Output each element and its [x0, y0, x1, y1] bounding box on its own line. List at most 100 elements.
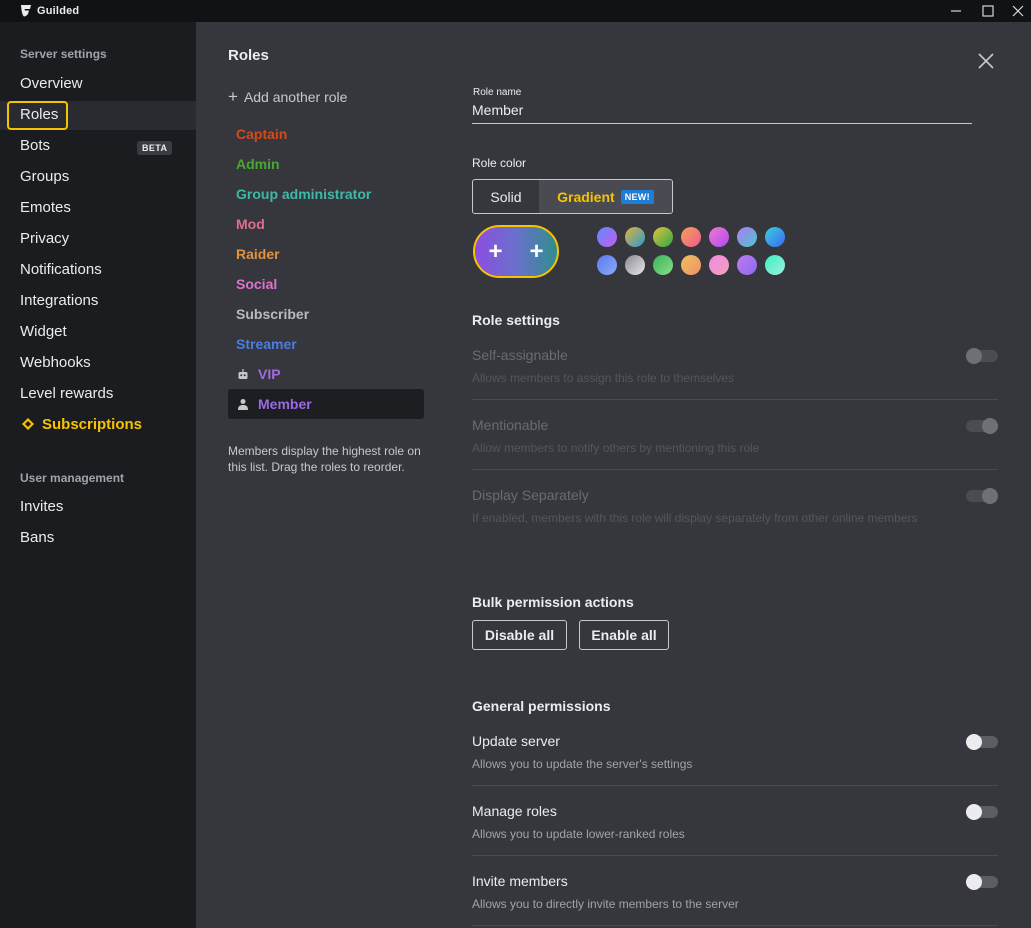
sidebar-item-notifications[interactable]: Notifications: [20, 257, 102, 283]
setting-desc: If enabled, members with this role will …: [472, 511, 918, 525]
sidebar-item-integrations[interactable]: Integrations: [20, 288, 98, 314]
role-item[interactable]: Streamer: [228, 329, 424, 359]
display-separately-toggle[interactable]: [966, 488, 998, 504]
gradient-swatch[interactable]: [709, 255, 729, 275]
role-label: Admin: [236, 156, 280, 172]
permission-desc: Allows you to update lower-ranked roles: [472, 827, 685, 841]
close-settings-icon[interactable]: [977, 52, 995, 70]
role-label: VIP: [258, 366, 281, 382]
app-name: Guilded: [37, 4, 80, 17]
gradient-picker[interactable]: + +: [473, 225, 559, 278]
role-item[interactable]: Raider: [228, 239, 424, 269]
role-label: Mod: [236, 216, 265, 232]
role-label: Raider: [236, 246, 280, 262]
new-badge: NEW!: [620, 189, 654, 204]
general-permissions-title: General permissions: [472, 698, 611, 714]
role-item[interactable]: Subscriber: [228, 299, 424, 329]
gradient-swatch[interactable]: [681, 227, 701, 247]
sidebar-item-widget[interactable]: Widget: [20, 319, 67, 345]
gradient-end-add-button[interactable]: +: [529, 239, 543, 264]
role-item[interactable]: Social: [228, 269, 424, 299]
divider: [472, 399, 998, 400]
divider: [472, 855, 998, 856]
gradient-swatch[interactable]: [625, 227, 645, 247]
maximize-icon: [982, 5, 994, 17]
roles-settings-panel: Roles + Add another role Captain Admin Gro…: [196, 22, 1031, 928]
robot-icon: [236, 367, 250, 381]
person-icon: [236, 397, 250, 411]
sidebar-item-overview[interactable]: Overview: [20, 71, 83, 97]
gradient-swatch[interactable]: [597, 255, 617, 275]
role-label: Social: [236, 276, 278, 292]
setting-title: Self-assignable: [472, 347, 568, 363]
role-name-label: Role name: [473, 87, 522, 98]
permission-title: Manage roles: [472, 803, 557, 819]
gradient-tab[interactable]: Gradient NEW!: [539, 180, 672, 213]
sidebar-item-emotes[interactable]: Emotes: [20, 195, 71, 221]
gradient-swatch[interactable]: [737, 227, 757, 247]
permission-title: Invite members: [472, 873, 568, 889]
gradient-swatch[interactable]: [653, 255, 673, 275]
role-item[interactable]: Member: [228, 389, 424, 419]
user-management-heading: User management: [20, 471, 125, 485]
invite-members-toggle[interactable]: [966, 874, 998, 890]
gradient-swatch[interactable]: [597, 227, 617, 247]
gradient-swatch[interactable]: [709, 227, 729, 247]
self-assignable-toggle[interactable]: [966, 348, 998, 364]
role-name-input[interactable]: Member: [472, 102, 523, 118]
gradient-swatch[interactable]: [737, 255, 757, 275]
divider: [472, 785, 998, 786]
disable-all-button[interactable]: Disable all: [472, 620, 567, 650]
role-label: Streamer: [236, 336, 297, 352]
gradient-swatch[interactable]: [653, 227, 673, 247]
guilded-logo-icon: [21, 5, 31, 17]
permission-title: Update server: [472, 733, 560, 749]
sidebar-item-bots[interactable]: Bots: [20, 133, 50, 159]
minimize-icon: [951, 10, 961, 12]
gradient-start-add-button[interactable]: +: [488, 239, 502, 264]
sidebar-item-groups[interactable]: Groups: [20, 164, 69, 190]
window-close-button[interactable]: [1003, 0, 1031, 22]
role-label: Group administrator: [236, 186, 372, 202]
server-settings-heading: Server settings: [20, 47, 107, 61]
setting-desc: Allows members to assign this role to th…: [472, 371, 735, 385]
maximize-button[interactable]: [973, 0, 1003, 22]
sidebar-item-privacy[interactable]: Privacy: [20, 226, 69, 252]
gradient-swatch[interactable]: [681, 255, 701, 275]
role-label: Member: [258, 396, 312, 412]
manage-roles-toggle[interactable]: [966, 804, 998, 820]
permission-desc: Allows you to update the server's settin…: [472, 757, 693, 771]
sidebar-item-level-rewards[interactable]: Level rewards: [20, 381, 113, 407]
gradient-swatch[interactable]: [625, 255, 645, 275]
add-role-button[interactable]: + Add another role: [228, 88, 348, 105]
app-logo: Guilded: [20, 4, 79, 17]
gradient-swatch[interactable]: [765, 227, 785, 247]
update-server-toggle[interactable]: [966, 734, 998, 750]
role-name-underline: [472, 123, 972, 124]
sidebar-item-webhooks[interactable]: Webhooks: [20, 350, 91, 376]
solid-tab[interactable]: Solid: [473, 180, 539, 213]
divider: [472, 469, 998, 470]
mentionable-toggle[interactable]: [966, 418, 998, 434]
role-item[interactable]: VIP: [228, 359, 424, 389]
gradient-label: Gradient: [557, 188, 615, 205]
role-label: Subscriber: [236, 306, 310, 322]
settings-sidebar: Server settings Overview Roles Bots BETA…: [0, 22, 196, 928]
role-item[interactable]: Mod: [228, 209, 424, 239]
setting-desc: Allow members to notify others by mentio…: [472, 441, 760, 455]
gradient-swatch[interactable]: [765, 255, 785, 275]
sidebar-item-subscriptions[interactable]: Subscriptions: [42, 412, 142, 438]
enable-all-button[interactable]: Enable all: [579, 620, 669, 650]
title-bar: Guilded: [0, 0, 1031, 22]
role-item[interactable]: Admin: [228, 149, 424, 179]
sidebar-item-roles[interactable]: Roles: [20, 102, 58, 128]
role-item[interactable]: Group administrator: [228, 179, 424, 209]
color-mode-toggle: Solid Gradient NEW!: [472, 179, 673, 214]
divider: [472, 925, 998, 926]
sidebar-item-bans[interactable]: Bans: [20, 525, 54, 551]
sidebar-item-invites[interactable]: Invites: [20, 494, 63, 520]
role-item[interactable]: Captain: [228, 119, 424, 149]
permission-desc: Allows you to directly invite members to…: [472, 897, 739, 911]
minimize-button[interactable]: [941, 0, 971, 22]
add-role-label: Add another role: [243, 89, 348, 105]
